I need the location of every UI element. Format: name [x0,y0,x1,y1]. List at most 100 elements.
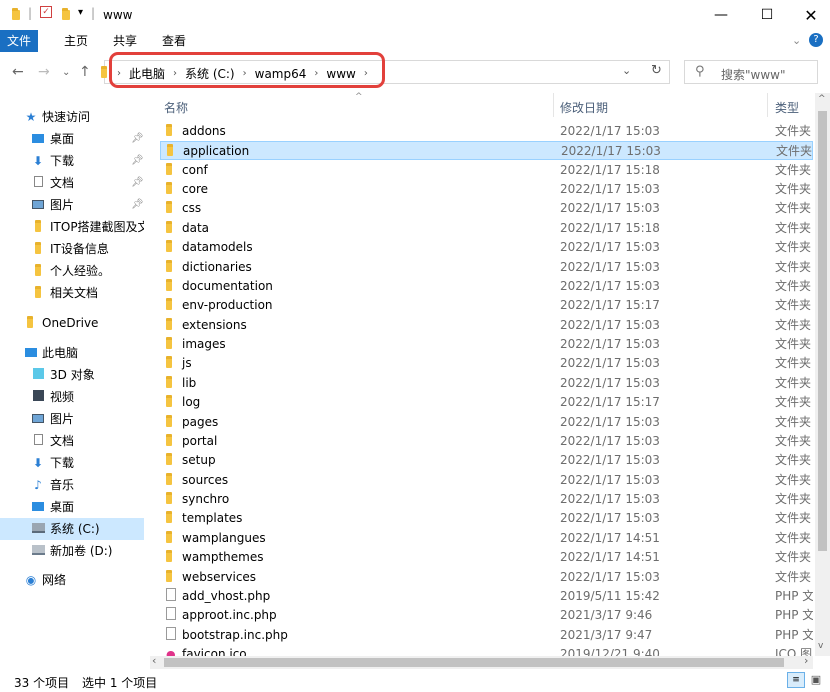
details-view-icon[interactable]: ≡ [787,672,805,688]
file-row[interactable]: portal 2022/1/17 15:03 文件夹 [160,432,813,451]
nav-item-quick-1[interactable]: ⬇ 下载 📌︎ [0,150,144,172]
back-icon[interactable]: ← [12,64,24,80]
pin-icon[interactable]: 📌︎ [131,128,144,150]
column-type[interactable]: 类型 [775,99,799,116]
search-icon: ⚲ [695,64,705,79]
file-row[interactable]: setup 2022/1/17 15:03 文件夹 [160,451,813,470]
tab-share[interactable]: 共享 [103,30,147,52]
file-row[interactable]: templates 2022/1/17 15:03 文件夹 [160,509,813,528]
nav-onedrive[interactable]: OneDrive [0,312,144,334]
tab-file[interactable]: 文件 [0,30,38,52]
pin-icon[interactable]: 📌︎ [131,150,144,172]
folder-icon [166,509,172,528]
vertical-scrollbar[interactable]: ^ v [815,93,830,656]
maximize-button[interactable]: ☐ [744,0,790,30]
file-row[interactable]: ●favicon.ico2019/12/21 9:40ICO 图片 [160,645,813,656]
nav-item-pc-3[interactable]: 文档 [0,430,144,452]
file-row[interactable]: add_vhost.php 2019/5/11 15:42 PHP 文件 [160,587,813,606]
folder-icon [31,260,45,282]
file-type: 文件夹 [775,472,812,487]
file-row[interactable]: conf 2022/1/17 15:18 文件夹 [160,161,813,180]
file-row[interactable]: webservices 2022/1/17 15:03 文件夹 [160,568,813,587]
scroll-left-icon[interactable]: ‹ [152,654,156,667]
file-row[interactable]: log 2022/1/17 15:17 文件夹 [160,393,813,412]
nav-network[interactable]: ◉ 网络 [0,569,144,591]
nav-this-pc[interactable]: 此电脑 [0,342,144,364]
file-row[interactable]: synchro 2022/1/17 15:03 文件夹 [160,490,813,509]
minimize-button[interactable]: — [698,0,744,30]
file-row[interactable]: css 2022/1/17 15:03 文件夹 [160,199,813,218]
separator: | [91,6,96,20]
properties-icon[interactable]: ✓ [40,6,52,18]
large-icons-view-icon[interactable]: ▣ [808,672,824,688]
address-dropdown-icon[interactable]: ⌄ [622,64,631,77]
file-name: dictionaries [182,259,252,274]
file-row[interactable]: pages 2022/1/17 15:03 文件夹 [160,413,813,432]
close-button[interactable]: ✕ [788,0,830,30]
nav-item-quick-2[interactable]: 文档 📌︎ [0,172,144,194]
file-row[interactable]: core 2022/1/17 15:03 文件夹 [160,180,813,199]
nav-item-pc-4[interactable]: ⬇ 下载 [0,452,144,474]
nav-item-pc-5[interactable]: ♪ 音乐 [0,474,144,496]
new-folder-icon[interactable] [62,8,70,20]
nav-item-label: 图片 [50,198,75,212]
nav-quick-access[interactable]: ★ 快速访问 [0,106,144,128]
horizontal-scroll-thumb[interactable] [164,658,784,667]
file-row[interactable]: lib 2022/1/17 15:03 文件夹 [160,374,813,393]
file-type: 文件夹 [775,511,812,526]
nav-item-pc-8[interactable]: 新加卷 (D:) [0,540,144,562]
file-row[interactable]: extensions 2022/1/17 15:03 文件夹 [160,316,813,335]
nav-item-label: 文档 [50,434,75,448]
folder-icon [23,312,37,334]
horizontal-scrollbar[interactable]: ‹ › [150,654,813,669]
file-row[interactable]: wampthemes 2022/1/17 14:51 文件夹 [160,548,813,567]
nav-item-pc-0[interactable]: 3D 对象 [0,364,144,386]
file-row[interactable]: bootstrap.inc.php 2021/3/17 9:47 PHP 文件 [160,626,813,645]
scroll-up-icon[interactable]: ^ [818,94,826,104]
file-date: 2022/1/17 15:03 [560,278,660,293]
nav-item-pc-6[interactable]: 桌面 [0,496,144,518]
nav-item-quick-0[interactable]: 桌面 📌︎ [0,128,144,150]
nav-item-pc-2[interactable]: 图片 [0,408,144,430]
scroll-down-icon[interactable]: v [818,641,823,651]
recent-locations-icon[interactable]: ⌄ [62,67,70,78]
tab-home[interactable]: 主页 [54,30,98,52]
file-date: 2022/1/17 15:03 [560,453,660,468]
column-date[interactable]: 修改日期 [560,99,608,116]
file-row[interactable]: wamplangues 2022/1/17 14:51 文件夹 [160,529,813,548]
forward-icon[interactable]: → [38,64,50,80]
file-row[interactable]: js 2022/1/17 15:03 文件夹 [160,354,813,373]
pin-icon[interactable]: 📌︎ [131,172,144,194]
file-row[interactable]: images 2022/1/17 15:03 文件夹 [160,335,813,354]
nav-item-pc-1[interactable]: 视频 [0,386,144,408]
nav-item-quick-3[interactable]: 图片 📌︎ [0,194,144,216]
tab-view[interactable]: 查看 [152,30,196,52]
vertical-scroll-thumb[interactable] [818,111,827,551]
nav-item-pc-7[interactable]: 系统 (C:) [0,518,144,540]
search-box[interactable]: ⚲ 搜索"www" [684,60,818,84]
folder-icon [166,354,172,373]
file-row[interactable]: documentation 2022/1/17 15:03 文件夹 [160,277,813,296]
column-name[interactable]: 名称 [164,99,188,116]
pin-icon[interactable]: 📌︎ [131,194,144,216]
file-row[interactable]: datamodels 2022/1/17 15:03 文件夹 [160,238,813,257]
file-row[interactable]: sources 2022/1/17 15:03 文件夹 [160,471,813,490]
nav-item-quick-6[interactable]: 个人经验。 [0,260,144,282]
file-row[interactable]: data 2022/1/17 15:18 文件夹 [160,219,813,238]
file-date: 2022/1/17 15:03 [560,433,660,448]
customize-toolbar-icon[interactable]: ▾ [78,7,83,19]
expand-ribbon-icon[interactable]: ⌄ [792,34,801,47]
file-row[interactable]: addons 2022/1/17 15:03 文件夹 [160,122,813,141]
file-row[interactable]: application 2022/1/17 15:03 文件夹 [160,141,813,161]
file-row[interactable]: dictionaries 2022/1/17 15:03 文件夹 [160,258,813,277]
help-icon[interactable]: ? [809,33,823,47]
nav-item-quick-7[interactable]: 相关文档 [0,282,144,304]
file-row[interactable]: env-production 2022/1/17 15:17 文件夹 [160,296,813,315]
nav-item-quick-5[interactable]: IT设备信息 [0,238,144,260]
file-row[interactable]: approot.inc.php 2021/3/17 9:46 PHP 文件 [160,606,813,625]
up-icon[interactable]: ↑ [79,64,91,80]
scroll-right-icon[interactable]: › [804,654,808,667]
file-name: pages [182,414,219,429]
refresh-icon[interactable]: ↻ [651,63,662,78]
nav-item-quick-4[interactable]: ITOP搭建截图及文档 [0,216,144,238]
